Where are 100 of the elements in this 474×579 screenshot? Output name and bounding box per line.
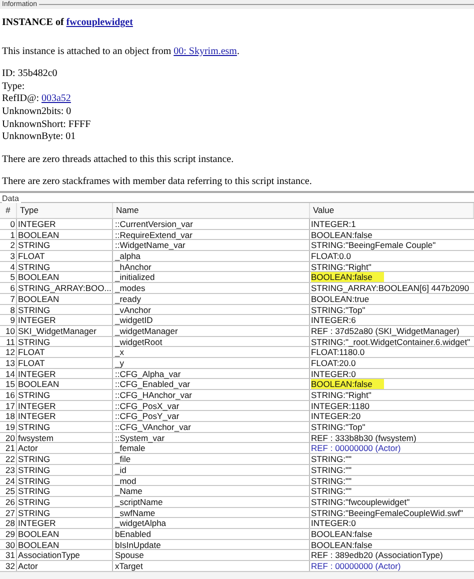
ref-link[interactable]: 003a52 bbox=[41, 93, 71, 104]
name-cell: _Name bbox=[113, 486, 310, 496]
value-cell: INTEGER:0 bbox=[311, 368, 356, 379]
name-cell: _modes bbox=[113, 283, 310, 294]
field-line: RefID@: 003a52 bbox=[2, 93, 72, 106]
name-cell: ::CFG_Enabled_var bbox=[113, 379, 310, 390]
type-cell: STRING bbox=[17, 464, 113, 475]
value-cell: REF : 389edb20 (AssociationType) bbox=[311, 550, 443, 560]
value-cell: STRING:"BeeingFemaleCoupleWid.swf" bbox=[311, 508, 464, 518]
type-cell: STRING bbox=[17, 496, 113, 507]
index-cell: 31 bbox=[0, 550, 17, 560]
value-cell: STRING_ARRAY:BOOLEAN[6] 447b2090 bbox=[311, 283, 470, 294]
index-cell: 15 bbox=[0, 379, 17, 390]
type-cell: STRING bbox=[17, 422, 113, 432]
value-cell: STRING:"fwcouplewidget" bbox=[311, 496, 410, 507]
index-cell: 6 bbox=[0, 283, 17, 294]
type-cell: STRING bbox=[17, 240, 113, 250]
value-cell: FLOAT:1180.0 bbox=[311, 347, 365, 358]
field-line: ID: 35b482c0 bbox=[2, 68, 58, 81]
instance-heading: INSTANCE of fwcouplewidget bbox=[2, 17, 134, 30]
type-cell: INTEGER bbox=[17, 315, 113, 326]
group-label: Data bbox=[2, 194, 21, 203]
index-cell: 32 bbox=[0, 561, 17, 571]
index-cell: 29 bbox=[0, 528, 17, 539]
index-cell: 21 bbox=[0, 443, 17, 454]
value-cell: STRING:"Right" bbox=[311, 262, 372, 272]
index-cell: 5 bbox=[0, 272, 17, 282]
index-cell: 12 bbox=[0, 347, 17, 358]
column-header[interactable]: Value bbox=[310, 203, 474, 218]
name-cell: _initialized bbox=[113, 272, 310, 282]
index-cell: 25 bbox=[0, 486, 17, 496]
type-cell: BOOLEAN bbox=[17, 272, 113, 282]
index-cell: 19 bbox=[0, 422, 17, 432]
name-cell: _widgetAlpha bbox=[113, 518, 310, 528]
field-line: Type: bbox=[2, 80, 26, 94]
name-cell: _widgetManager bbox=[113, 326, 310, 336]
value-cell: STRING:"" bbox=[311, 454, 352, 464]
index-cell: 0 bbox=[0, 219, 17, 229]
name-cell: _female bbox=[113, 443, 310, 454]
name-cell: ::CFG_HAnchor_var bbox=[113, 390, 310, 400]
value-cell: BOOLEAN:false bbox=[311, 540, 372, 550]
type-cell: INTEGER bbox=[17, 518, 113, 528]
field-line: Unknown2bits: 0 bbox=[2, 106, 72, 119]
value-cell: INTEGER:20 bbox=[311, 411, 361, 422]
value-cell: STRING:"" bbox=[311, 476, 352, 486]
value-cell: BOOLEAN:false bbox=[311, 272, 384, 282]
type-cell: FLOAT bbox=[17, 251, 113, 262]
value-cell: BOOLEAN:true bbox=[311, 294, 370, 304]
type-cell: STRING_ARRAY:BOO... bbox=[17, 283, 113, 294]
type-cell: SKI_WidgetManager bbox=[17, 326, 113, 336]
value-cell: STRING:"Right" bbox=[311, 390, 372, 400]
value-cell: STRING:"BeeingFemale Couple" bbox=[311, 240, 436, 250]
type-cell: FLOAT bbox=[17, 347, 113, 358]
value-cell: INTEGER:1 bbox=[311, 219, 356, 229]
type-cell: FLOAT bbox=[17, 358, 113, 368]
column-header[interactable]: Name bbox=[113, 203, 310, 218]
name-cell: Spouse bbox=[113, 550, 310, 560]
name-cell: _x bbox=[113, 347, 310, 358]
index-cell: 9 bbox=[0, 315, 17, 326]
value-cell: REF : 333b8b30 (fwsystem) bbox=[311, 432, 416, 443]
index-cell: 10 bbox=[0, 326, 17, 336]
name-cell: _file bbox=[113, 454, 310, 464]
name-cell: ::WidgetName_var bbox=[113, 240, 310, 250]
value-cell: BOOLEAN:false bbox=[311, 379, 384, 390]
type-cell: INTEGER bbox=[17, 411, 113, 422]
type-cell: AssociationType bbox=[17, 550, 113, 560]
name-cell: ::CurrentVersion_var bbox=[113, 219, 310, 229]
index-cell: 16 bbox=[0, 390, 17, 400]
script-link[interactable]: fwcouplewidget bbox=[66, 17, 133, 28]
value-cell: REF : 00000000 (Actor) bbox=[311, 443, 401, 454]
type-cell: BOOLEAN bbox=[17, 528, 113, 539]
field-line: UnknownByte: 01 bbox=[2, 131, 77, 144]
type-cell: INTEGER bbox=[17, 219, 113, 229]
attached-sentence: This instance is attached to an object from 00: Skyrim.esm. bbox=[2, 46, 240, 58]
column-header[interactable]: # bbox=[0, 203, 17, 218]
name-cell: bEnabled bbox=[113, 528, 310, 539]
name-cell: _id bbox=[113, 464, 310, 475]
name-cell: _alpha bbox=[113, 251, 310, 262]
value-cell: REF : 00000000 (Actor) bbox=[311, 561, 401, 571]
name-cell: ::CFG_PosY_var bbox=[113, 411, 310, 422]
index-cell: 7 bbox=[0, 294, 17, 304]
value-cell: STRING:"Top" bbox=[311, 304, 366, 314]
name-cell: xTarget bbox=[113, 561, 310, 571]
type-cell: Actor bbox=[17, 561, 113, 571]
value-cell: INTEGER:0 bbox=[311, 518, 356, 528]
plugin-link[interactable]: 00: Skyrim.esm bbox=[174, 46, 237, 57]
type-cell: STRING bbox=[17, 390, 113, 400]
value-cell: STRING:"Top" bbox=[311, 422, 366, 432]
index-cell: 13 bbox=[0, 358, 17, 368]
name-cell: _y bbox=[113, 358, 310, 368]
name-cell: _scriptName bbox=[113, 496, 310, 507]
value-cell: STRING:"" bbox=[311, 486, 352, 496]
index-cell: 26 bbox=[0, 496, 17, 507]
index-cell: 22 bbox=[0, 454, 17, 464]
value-cell: BOOLEAN:false bbox=[311, 230, 372, 240]
name-cell: ::CFG_VAnchor_var bbox=[113, 422, 310, 432]
value-cell: BOOLEAN:false bbox=[311, 528, 372, 539]
type-cell: STRING bbox=[17, 454, 113, 464]
column-header[interactable]: Type bbox=[17, 203, 113, 218]
value-cell: INTEGER:6 bbox=[311, 315, 356, 326]
